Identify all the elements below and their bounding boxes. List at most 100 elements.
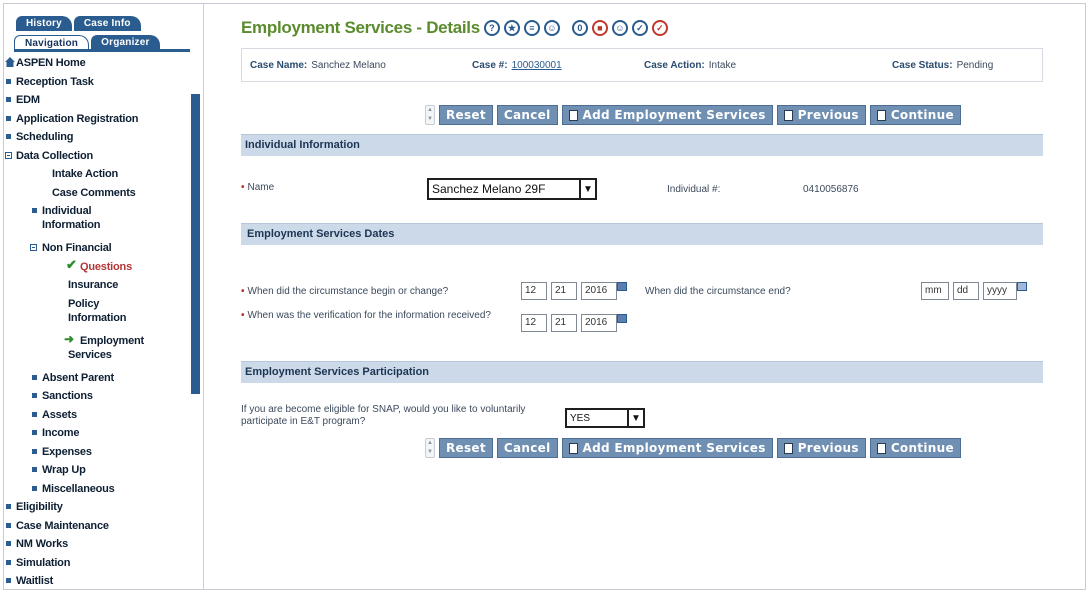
sidebar-item-sanctions[interactable]: Sanctions bbox=[4, 387, 200, 406]
previous-label: Previous bbox=[797, 108, 859, 122]
sidebar-item-absent-parent[interactable]: Absent Parent bbox=[4, 369, 200, 388]
sidebar-item-label: Case Comments bbox=[52, 186, 136, 199]
star-icon[interactable]: ★ bbox=[503, 20, 520, 36]
scroll-arrows-icon[interactable]: ▲ ▼ bbox=[425, 438, 435, 458]
section-title: Employment Services Dates bbox=[247, 228, 395, 240]
participation-question: If you are become eligible for SNAP, wou… bbox=[241, 404, 526, 427]
verification-month-input[interactable]: 12 bbox=[521, 314, 547, 332]
sidebar-item-edm[interactable]: EDM bbox=[4, 91, 200, 110]
sidebar-item-policy-information[interactable]: Policy Information bbox=[4, 295, 200, 332]
section-individual-information: Individual Information bbox=[241, 134, 1043, 156]
verification-year-input[interactable]: 2016 bbox=[581, 314, 617, 332]
check-red-icon[interactable]: ✓ bbox=[651, 20, 668, 36]
user-alert-icon[interactable]: ☺ bbox=[611, 20, 628, 36]
sidebar-item-label: Data Collection bbox=[16, 149, 94, 162]
zero-icon[interactable]: 0 bbox=[571, 20, 588, 36]
sidebar-scrollbar[interactable] bbox=[191, 94, 200, 394]
button-bar-top: ▲ ▼ Reset Cancel Add Employment Services … bbox=[425, 104, 961, 126]
sidebar-item-reception-task[interactable]: Reception Task bbox=[4, 73, 200, 92]
help-icon[interactable]: ? bbox=[483, 20, 500, 36]
bullet-icon bbox=[6, 504, 11, 509]
sidebar-item-insurance[interactable]: Insurance bbox=[4, 276, 200, 295]
required-marker: • bbox=[241, 182, 245, 193]
sidebar-item-label: Case Maintenance bbox=[16, 519, 109, 532]
sidebar-item-eligibility[interactable]: Eligibility bbox=[4, 498, 200, 517]
tab-case-info[interactable]: Case Info bbox=[73, 16, 141, 31]
add-employment-services-button[interactable]: Add Employment Services bbox=[561, 438, 773, 458]
name-select[interactable]: Sanchez Melano 29F ▼ bbox=[427, 178, 597, 200]
sidebar-item-data-collection[interactable]: Data Collection bbox=[4, 147, 200, 166]
tab-history[interactable]: History bbox=[16, 16, 72, 31]
continue-button[interactable]: Continue bbox=[869, 105, 961, 125]
reset-button[interactable]: Reset bbox=[439, 438, 493, 458]
sidebar-item-employment-services[interactable]: ➜ Employment Services bbox=[4, 332, 200, 369]
bullet-icon bbox=[6, 541, 11, 546]
tab-organizer[interactable]: Organizer bbox=[91, 35, 160, 50]
collapse-icon[interactable] bbox=[30, 244, 37, 251]
end-year-input[interactable]: yyyy bbox=[983, 282, 1017, 300]
case-name-label: Case Name: bbox=[250, 60, 308, 71]
verification-day-input[interactable]: 21 bbox=[551, 314, 577, 332]
sidebar-item-income[interactable]: Income bbox=[4, 424, 200, 443]
page-title: Employment Services - Details bbox=[241, 18, 480, 37]
sidebar-item-label: Eligibility bbox=[16, 501, 63, 513]
tab-underline bbox=[14, 49, 190, 52]
previous-button[interactable]: Previous bbox=[776, 438, 866, 458]
calendar-icon[interactable] bbox=[1017, 282, 1027, 291]
case-status-label: Case Status: bbox=[892, 60, 953, 71]
begin-year-input[interactable]: 2016 bbox=[581, 282, 617, 300]
collapse-icon[interactable] bbox=[5, 151, 12, 159]
participation-select-value: YES bbox=[570, 412, 591, 424]
sidebar-item-label: Application Registration bbox=[16, 112, 139, 125]
bullet-icon bbox=[6, 97, 11, 102]
add-employment-services-label: Add Employment Services bbox=[582, 108, 766, 122]
begin-day-input[interactable]: 21 bbox=[551, 282, 577, 300]
bullet-icon bbox=[6, 115, 11, 121]
sidebar-item-nm-works[interactable]: NM Works bbox=[4, 535, 200, 554]
sidebar-item-questions[interactable]: ✔ Questions bbox=[4, 257, 200, 277]
sidebar-item-waitlist[interactable]: Waitlist bbox=[4, 572, 200, 589]
add-employment-services-button[interactable]: Add Employment Services bbox=[561, 105, 773, 125]
check-icon[interactable]: ✓ bbox=[631, 20, 648, 36]
sidebar-item-wrap-up[interactable]: Wrap Up bbox=[4, 461, 200, 480]
calendar-icon[interactable] bbox=[617, 314, 627, 323]
continue-button[interactable]: Continue bbox=[869, 438, 961, 458]
cancel-button[interactable]: Cancel bbox=[496, 438, 558, 458]
sidebar-item-intake-action[interactable]: Intake Action bbox=[4, 165, 200, 184]
person-icon[interactable]: ☺ bbox=[543, 20, 560, 36]
begin-date-label-text: When did the circumstance begin or chang… bbox=[247, 286, 449, 297]
sidebar-item-label: Intake Action bbox=[52, 168, 119, 180]
case-status-value: Pending bbox=[956, 60, 994, 71]
sidebar-item-simulation[interactable]: Simulation bbox=[4, 554, 200, 573]
participation-select[interactable]: YES ▼ bbox=[565, 408, 645, 428]
sidebar-item-individual-information[interactable]: Individual Information bbox=[4, 202, 200, 239]
sidebar-item-miscellaneous[interactable]: Miscellaneous bbox=[4, 480, 200, 499]
case-number-link[interactable]: 100030001 bbox=[512, 60, 562, 71]
tab-navigation[interactable]: Navigation bbox=[14, 35, 90, 50]
continue-icon bbox=[876, 442, 886, 454]
stop-icon[interactable]: ■ bbox=[591, 20, 608, 36]
previous-button[interactable]: Previous bbox=[776, 105, 866, 125]
bullet-icon bbox=[32, 393, 37, 398]
sidebar-item-assets[interactable]: Assets bbox=[4, 406, 200, 425]
end-day-input[interactable]: dd bbox=[953, 282, 979, 300]
sidebar-item-label: Miscellaneous bbox=[42, 482, 115, 495]
begin-month-input[interactable]: 12 bbox=[521, 282, 547, 300]
sidebar-item-non-financial[interactable]: Non Financial bbox=[4, 239, 200, 258]
sidebar-item-application-registration[interactable]: Application Registration bbox=[4, 110, 200, 129]
sidebar-item-expenses[interactable]: Expenses bbox=[4, 443, 200, 462]
scroll-arrows-icon[interactable]: ▲ ▼ bbox=[425, 105, 435, 125]
sidebar-item-case-comments[interactable]: Case Comments bbox=[4, 184, 200, 203]
bullet-icon bbox=[32, 485, 37, 491]
sidebar-item-aspen-home[interactable]: ASPEN Home bbox=[4, 54, 200, 73]
bullet-icon bbox=[6, 78, 11, 84]
end-month-input[interactable]: mm bbox=[921, 282, 949, 300]
bullet-icon bbox=[6, 522, 11, 528]
sidebar-item-case-maintenance[interactable]: Case Maintenance bbox=[4, 517, 200, 536]
reset-button[interactable]: Reset bbox=[439, 105, 493, 125]
calendar-icon[interactable] bbox=[617, 282, 627, 291]
notes-icon[interactable]: ≡ bbox=[523, 20, 540, 36]
sidebar-item-scheduling[interactable]: Scheduling bbox=[4, 128, 200, 147]
cancel-button[interactable]: Cancel bbox=[496, 105, 558, 125]
sidebar-item-label: EDM bbox=[16, 94, 40, 106]
